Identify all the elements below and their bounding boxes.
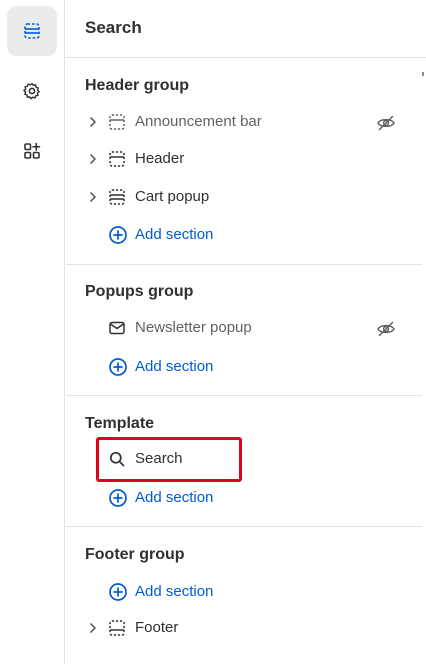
- highlight-annotation: [96, 437, 242, 482]
- add-section-button[interactable]: Add section: [108, 222, 308, 248]
- section-row-announcement-bar[interactable]: Announcement bar: [86, 108, 406, 138]
- template-group-title: Template: [85, 415, 155, 432]
- plus-circle-icon: [109, 583, 127, 601]
- plus-circle-icon: [109, 489, 127, 507]
- group-divider: [66, 264, 422, 265]
- section-label: Newsletter popup: [135, 319, 252, 336]
- section-label: Footer: [135, 619, 179, 636]
- apps-button[interactable]: [7, 126, 57, 176]
- eye-hidden-icon[interactable]: [376, 113, 396, 133]
- section-row-header[interactable]: Header: [86, 145, 406, 175]
- add-section-button[interactable]: Add section: [108, 485, 308, 511]
- add-section-button[interactable]: Add section: [108, 354, 308, 380]
- section-row-footer[interactable]: Footer: [86, 614, 406, 644]
- chevron-right-icon[interactable]: [86, 190, 100, 204]
- sections-button[interactable]: [7, 6, 57, 56]
- footer-group-title: Footer group: [85, 546, 185, 563]
- group-divider: [66, 395, 422, 396]
- eye-hidden-icon[interactable]: [376, 319, 396, 339]
- header-section-icon: [109, 114, 125, 130]
- footer-section-icon: [109, 620, 125, 636]
- page-title: Search: [85, 18, 142, 37]
- section-label: Header: [135, 150, 185, 167]
- add-section-label: Add section: [135, 358, 214, 375]
- chevron-right-icon[interactable]: [86, 115, 100, 129]
- panel-header: Search: [66, 0, 426, 58]
- section-label: Cart popup: [135, 188, 210, 205]
- section-label: Announcement bar: [135, 113, 262, 130]
- sections-icon: [109, 189, 125, 205]
- left-rail: [0, 0, 65, 664]
- plus-circle-icon: [109, 358, 127, 376]
- add-section-label: Add section: [135, 583, 214, 600]
- sections-icon: [24, 23, 40, 39]
- add-section-button[interactable]: Add section: [108, 579, 308, 605]
- header-section-icon: [109, 151, 125, 167]
- add-section-label: Add section: [135, 226, 214, 243]
- group-divider: [66, 526, 422, 527]
- chevron-right-icon[interactable]: [86, 621, 100, 635]
- popups-group-title: Popups group: [85, 283, 194, 300]
- chevron-right-icon[interactable]: [86, 152, 100, 166]
- gear-icon: [23, 82, 40, 100]
- apps-icon: [24, 142, 41, 159]
- plus-circle-icon: [109, 226, 127, 244]
- sections-panel: Search Header group Announcement bar Hea…: [66, 0, 426, 664]
- settings-button[interactable]: [7, 66, 57, 116]
- add-section-label: Add section: [135, 489, 214, 506]
- scrollbar-indicator[interactable]: [422, 72, 424, 76]
- header-group-title: Header group: [85, 77, 190, 94]
- section-row-newsletter-popup[interactable]: Newsletter popup: [86, 314, 406, 344]
- envelope-icon: [109, 321, 125, 335]
- section-row-cart-popup[interactable]: Cart popup: [86, 183, 406, 213]
